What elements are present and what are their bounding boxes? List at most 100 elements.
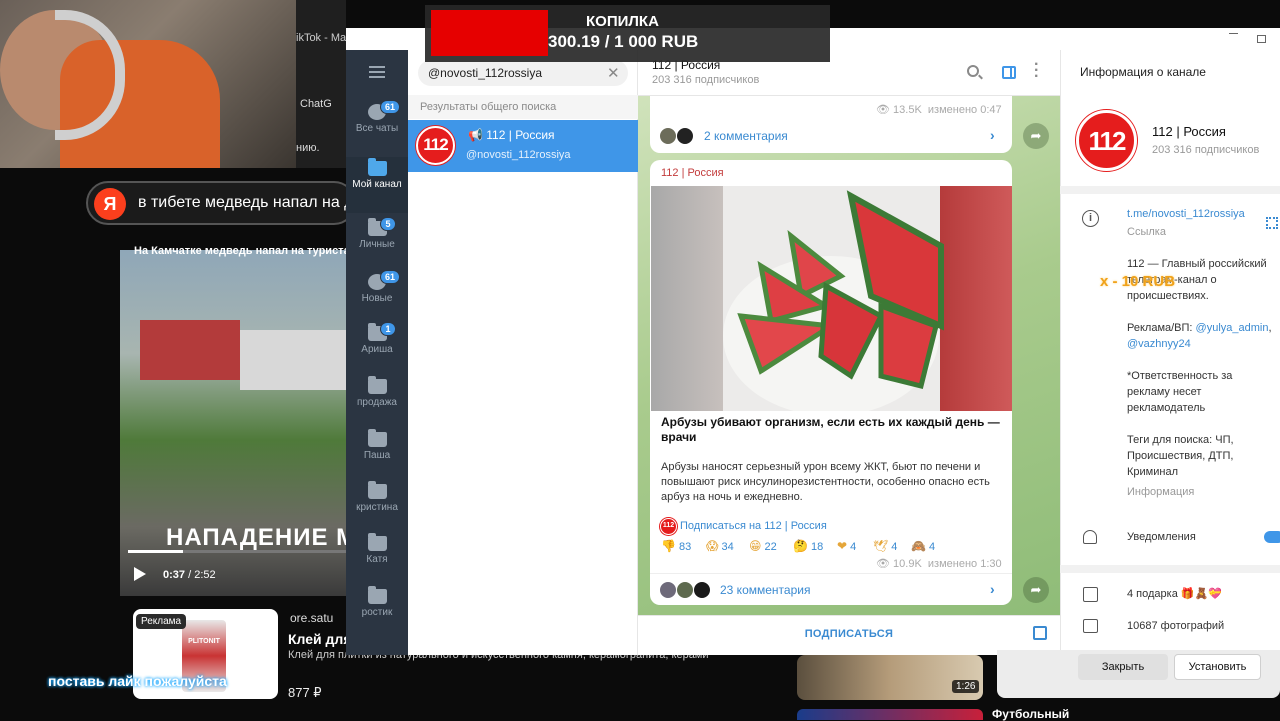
more-icon[interactable]: · · · [1034, 57, 1039, 85]
folder-item[interactable]: Новые 61 [346, 270, 408, 318]
post-body: Арбузы наносят серьезный урон всему ЖКТ,… [661, 461, 990, 503]
reaction-emoji-icon: 🙈 [911, 539, 926, 553]
folder-item[interactable]: ростик [346, 585, 408, 633]
description-text: *Ответственность за рекламу несет реклам… [1127, 370, 1233, 414]
folder-item[interactable]: кристина [346, 480, 408, 528]
reaction-chip[interactable]: 🤔 18 [793, 539, 823, 555]
search-results-header: Результаты общего поиска [408, 95, 638, 119]
menu-icon[interactable] [369, 66, 385, 78]
folder-label: Личные [359, 239, 395, 250]
folder-item[interactable]: Ариша 1 [346, 322, 408, 370]
reaction-count: 22 [764, 541, 777, 553]
video-title-overlay: НАПАДЕНИЕ М [166, 524, 358, 551]
minimize-icon[interactable] [1229, 33, 1238, 34]
folder-label: Ариша [361, 344, 393, 355]
folder-icon [367, 533, 387, 551]
chevron-right-icon[interactable]: › [990, 581, 995, 597]
ad-source[interactable]: ore.satu [290, 611, 333, 625]
sidebar-toggle-icon[interactable] [1002, 66, 1016, 79]
video-thumbnail[interactable] [797, 655, 983, 700]
unread-badge: 1 [380, 322, 396, 336]
close-button[interactable]: Закрыть [1078, 654, 1168, 680]
comments-link[interactable]: 23 комментария [720, 583, 810, 597]
mention-link[interactable]: @yulya_admin [1196, 322, 1269, 334]
gift-icon[interactable] [1033, 626, 1047, 640]
photos-row[interactable]: 10687 фотографий [1127, 620, 1224, 632]
avatar [693, 581, 711, 599]
close-icon[interactable]: ✕ [607, 64, 620, 82]
reaction-emoji-icon: 😁 [749, 539, 762, 553]
channel-link[interactable]: t.me/novosti_112rossiya [1127, 208, 1245, 220]
notifications-toggle[interactable] [1264, 531, 1280, 543]
video-thumbnail[interactable] [797, 709, 983, 720]
chevron-right-icon[interactable]: › [990, 127, 995, 143]
channel-link-label: Ссылка [1127, 226, 1166, 238]
notifications-label: Уведомления [1127, 531, 1196, 543]
post-author[interactable]: 112 | Россия [661, 167, 724, 179]
reaction-emoji-icon: ❤ [837, 539, 848, 553]
folder-item[interactable]: Личные 5 [346, 217, 408, 265]
folder-item[interactable]: Все чаты 61 [346, 100, 408, 148]
folder-label: кристина [356, 502, 398, 513]
bg-chatgpt-label[interactable]: ChatG [300, 98, 332, 110]
video-title[interactable]: Футбольный [992, 707, 1069, 721]
play-icon[interactable] [134, 567, 146, 581]
channel-avatar[interactable]: 112 [1076, 110, 1137, 171]
mention-link[interactable]: @vazhnyy24 [1127, 338, 1191, 350]
folder-label: Катя [366, 554, 388, 565]
folder-icon [367, 481, 387, 499]
reaction-chip[interactable]: 🙈 4 [911, 539, 935, 555]
avatar [676, 581, 694, 599]
info-icon: i [1082, 210, 1099, 227]
folder-item[interactable]: Мой канал [346, 157, 408, 213]
comments-link[interactable]: 2 комментария [704, 129, 788, 143]
subscribe-link[interactable]: Подписаться на 112 | Россия [680, 520, 827, 532]
folder-item[interactable]: Катя [346, 532, 408, 580]
yandex-query: в тибете медведь напал на де [138, 194, 356, 211]
folder-item[interactable]: Паша [346, 428, 408, 476]
qr-code-icon[interactable] [1266, 217, 1278, 229]
avatar [659, 127, 677, 145]
photo-icon [1083, 619, 1098, 633]
video-time: 0:37 / 2:52 [163, 569, 216, 581]
folder-item[interactable]: продажа [346, 375, 408, 423]
share-icon[interactable]: ➦ [1023, 577, 1049, 603]
bg-partial-text: нию. [296, 142, 320, 154]
reaction-chip[interactable]: 😁 22 [749, 539, 777, 555]
post-image[interactable] [651, 186, 1012, 411]
reaction-chip[interactable]: ❤ 4 [837, 539, 856, 555]
folder-icon [367, 586, 387, 604]
maximize-icon[interactable] [1257, 35, 1266, 43]
reaction-chip[interactable]: 👎 83 [661, 539, 691, 555]
unread-badge: 5 [380, 217, 396, 231]
yandex-search-box[interactable]: Я в тибете медведь напал на де [86, 181, 356, 225]
gifts-row[interactable]: 4 подарка 🎁🧸💝 [1127, 587, 1222, 600]
webcam-overlay [0, 0, 296, 168]
reaction-count: 4 [850, 541, 857, 553]
folder-label: Новые [361, 293, 393, 304]
divider [650, 573, 1012, 574]
reaction-emoji-icon: 😱 [706, 539, 719, 553]
folder-label: Мой канал [352, 179, 402, 190]
video-top-caption: На Камчатке медведь напал на туриста [134, 245, 350, 257]
search-input[interactable]: @novosti_112rossiya [418, 60, 628, 86]
divider [1060, 565, 1280, 573]
video-progress-bar[interactable] [128, 550, 346, 553]
share-icon[interactable]: ➦ [1023, 123, 1049, 149]
folder-label: Паша [363, 450, 391, 461]
subscribe-button[interactable]: ПОДПИСАТЬСЯ [638, 628, 1060, 640]
reaction-count: 34 [721, 541, 734, 553]
result-name: 📢 112 | Россия [468, 128, 555, 142]
channel-subscribers: 203 316 подписчиков [1152, 144, 1260, 156]
ad-title[interactable]: Клей для [288, 631, 352, 647]
avatar [676, 127, 694, 145]
reaction-chip[interactable]: 😱 34 [706, 539, 734, 555]
gift-icon [1083, 587, 1098, 602]
search-icon[interactable] [967, 65, 979, 77]
reaction-emoji-icon: 👎 [661, 539, 676, 553]
avatar [659, 581, 677, 599]
description-tags: Теги для поиска: ЧП, Происшествия, ДТП, … [1127, 434, 1234, 478]
install-button[interactable]: Установить [1174, 654, 1261, 680]
donation-progress-fill [431, 10, 548, 56]
reaction-chip[interactable]: 🕊 4 [873, 539, 897, 555]
